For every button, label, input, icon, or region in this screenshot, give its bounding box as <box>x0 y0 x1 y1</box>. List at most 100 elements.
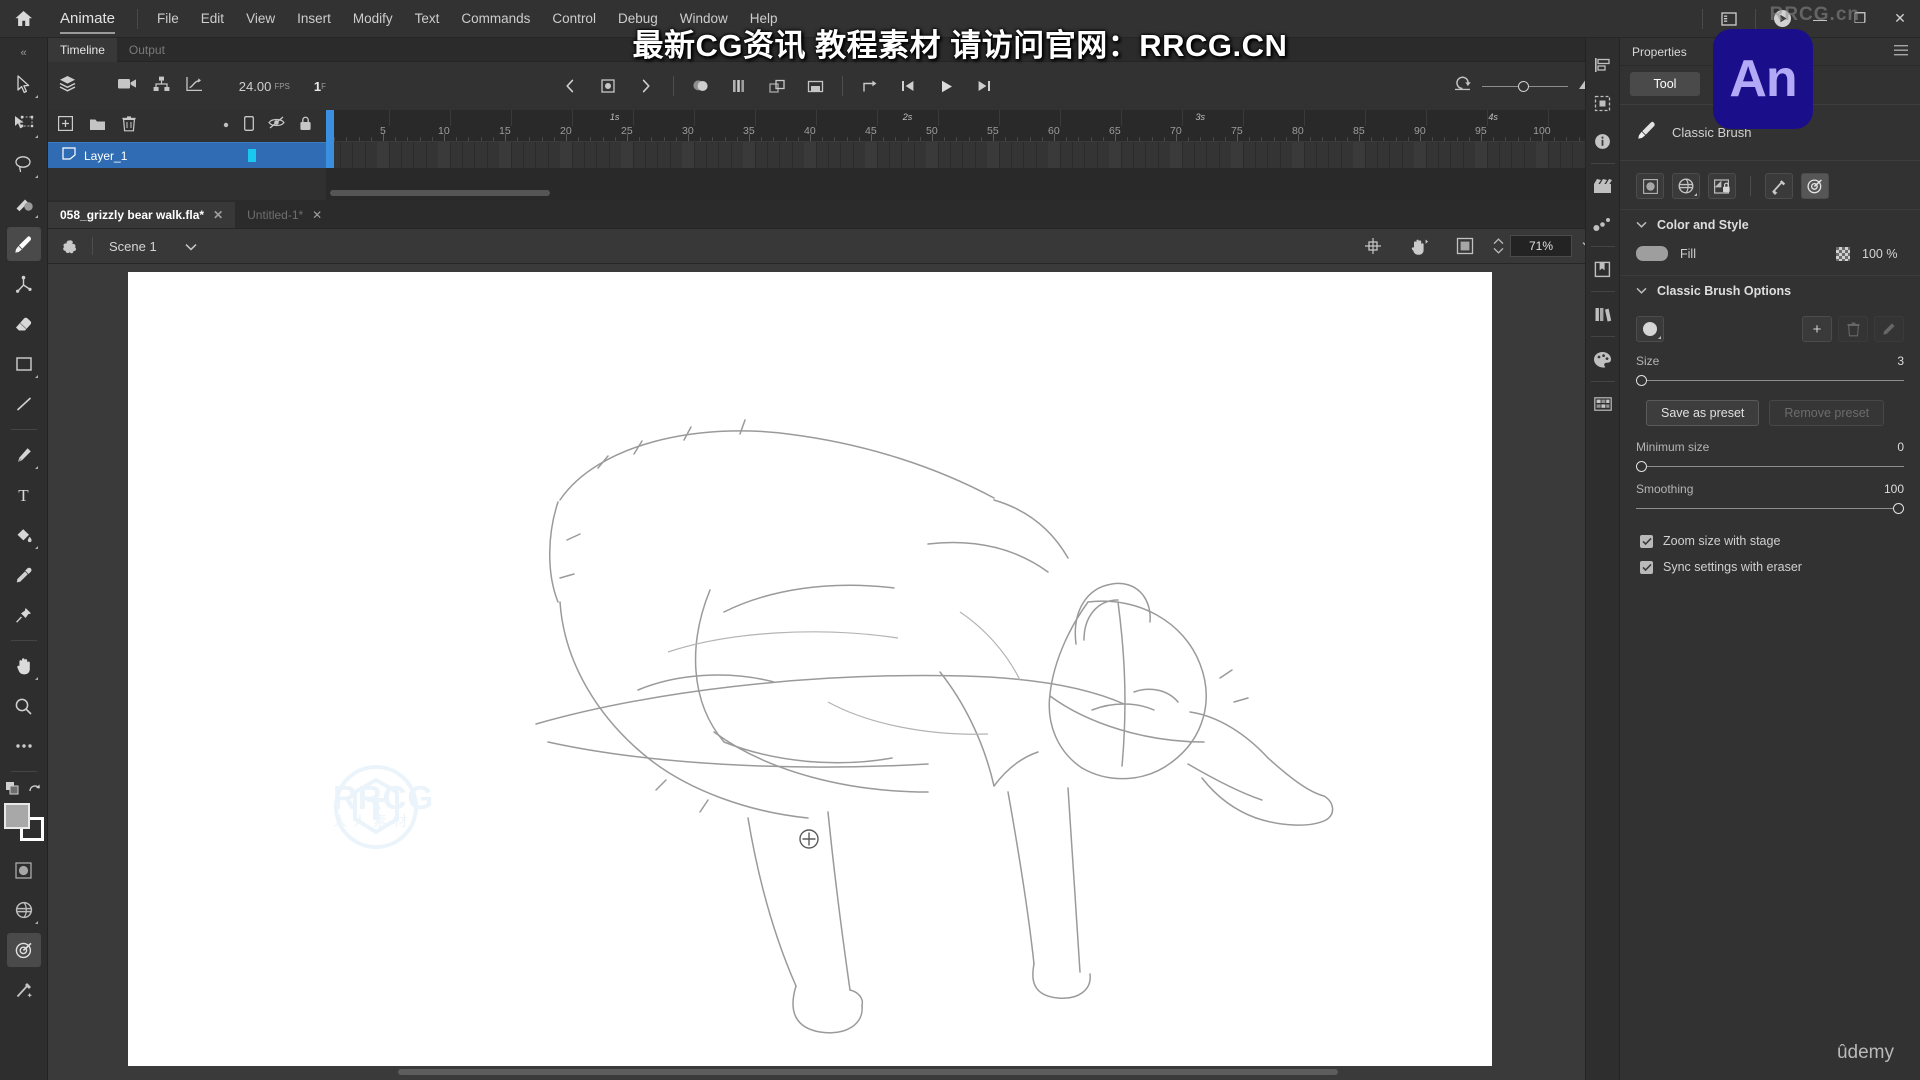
frame-cell[interactable] <box>1108 142 1121 168</box>
frame-cell[interactable] <box>681 142 694 168</box>
brush-pressure-mode-button[interactable] <box>6 933 41 967</box>
modify-onion-markers-button[interactable] <box>796 68 834 104</box>
menu-file[interactable]: File <box>146 0 190 38</box>
frame-cell[interactable] <box>864 142 877 168</box>
rotate-stage-icon[interactable] <box>1397 229 1441 264</box>
frame-cell[interactable] <box>376 142 389 168</box>
sync-settings-with-eraser-checkbox[interactable] <box>1640 560 1653 574</box>
step-forward-button[interactable] <box>965 68 1003 104</box>
frame-cell[interactable] <box>1474 142 1487 168</box>
frame-cell[interactable] <box>498 142 511 168</box>
save-as-preset-button[interactable]: Save as preset <box>1646 400 1760 426</box>
swap-fill-stroke-icon[interactable] <box>5 781 20 801</box>
zoom-tool[interactable] <box>7 689 41 723</box>
smoothing-value[interactable]: 100 <box>1884 482 1904 496</box>
rectangle-tool[interactable] <box>7 347 41 381</box>
library-icon[interactable] <box>1588 298 1618 330</box>
zoom-level-input[interactable]: 71% <box>1510 235 1572 257</box>
frame-cell[interactable] <box>437 142 450 168</box>
frame-cell[interactable] <box>1535 142 1548 168</box>
zoom-size-with-stage-row[interactable]: Zoom size with stage <box>1620 528 1920 554</box>
document-tab-inactive[interactable]: Untitled-1* ✕ <box>235 202 334 228</box>
camera-icon[interactable] <box>117 76 137 97</box>
menu-edit[interactable]: Edit <box>190 0 235 38</box>
more-tools-button[interactable] <box>7 729 41 763</box>
frame-icon[interactable] <box>1588 87 1618 119</box>
zoom-slider-knob[interactable] <box>1518 80 1529 92</box>
color-icon[interactable] <box>1588 343 1618 375</box>
brush-size-value[interactable]: 3 <box>1897 354 1904 368</box>
menu-text[interactable]: Text <box>404 0 451 38</box>
slider-knob[interactable] <box>1893 502 1904 514</box>
edit-scene-icon[interactable] <box>48 229 92 264</box>
color-swatches[interactable] <box>3 803 44 843</box>
timeline-ruler[interactable]: 5 10 15 20 1s 25 30 35 40 45 2s 50 55 60 65 70 3s 75 80 85 9… <box>326 110 1616 142</box>
frame-cell[interactable] <box>925 142 938 168</box>
brush-size-slider[interactable] <box>1636 372 1904 388</box>
timeline-layer-row[interactable]: Layer_1 <box>48 142 326 168</box>
chevron-down-icon[interactable] <box>1636 220 1647 230</box>
pin-tool[interactable] <box>7 598 41 632</box>
layer-hide-icon[interactable] <box>268 116 285 136</box>
close-document-icon[interactable]: ✕ <box>312 208 322 222</box>
tab-output[interactable]: Output <box>117 38 177 62</box>
menu-help[interactable]: Help <box>739 0 789 38</box>
object-drawing-mode-button[interactable] <box>7 853 41 887</box>
current-frame-value[interactable]: 1 <box>314 79 321 94</box>
step-back-button[interactable] <box>889 68 927 104</box>
menu-debug[interactable]: Debug <box>607 0 669 38</box>
paint-mode-button[interactable] <box>7 893 41 927</box>
layer-outline-icon[interactable] <box>244 116 254 136</box>
onion-skin-button[interactable] <box>682 68 720 104</box>
timeline-horizontal-scrollbar[interactable] <box>330 190 550 196</box>
object-drawing-mode-option[interactable] <box>1636 173 1664 199</box>
text-tool[interactable]: T <box>7 478 41 512</box>
eyedropper-tool[interactable] <box>7 558 41 592</box>
insert-keyframe-button[interactable] <box>589 68 627 104</box>
fill-color-swatch[interactable] <box>3 803 30 829</box>
delete-layer-button[interactable] <box>122 115 136 137</box>
chevron-down-icon[interactable] <box>1636 286 1647 296</box>
menu-view[interactable]: View <box>235 0 286 38</box>
frame-cell[interactable] <box>559 142 572 168</box>
brush-shape-preview[interactable] <box>1636 316 1664 342</box>
paint-bucket-tool[interactable] <box>7 518 41 552</box>
menu-modify[interactable]: Modify <box>342 0 404 38</box>
slider-knob[interactable] <box>1636 374 1647 386</box>
frame-cell[interactable] <box>1352 142 1365 168</box>
play-button[interactable] <box>927 68 965 104</box>
info-icon[interactable] <box>1588 125 1618 157</box>
timeline-frames-row[interactable] <box>326 142 1616 168</box>
onion-skin-outlines-button[interactable] <box>720 68 758 104</box>
stage-area[interactable]: RRCG 人人素材 <box>48 264 1616 1080</box>
frame-cell[interactable] <box>1169 142 1182 168</box>
menu-commands[interactable]: Commands <box>450 0 541 38</box>
minimum-size-value[interactable]: 0 <box>1897 440 1904 454</box>
menu-insert[interactable]: Insert <box>286 0 342 38</box>
new-folder-button[interactable] <box>89 117 106 136</box>
pen-tool[interactable] <box>7 438 41 472</box>
smoothing-mode-button[interactable] <box>7 973 41 1007</box>
frame-cell[interactable] <box>742 142 755 168</box>
menu-control[interactable]: Control <box>541 0 607 38</box>
brush-pressure-mode-option[interactable] <box>1801 173 1829 199</box>
scene-selector[interactable]: Scene 1 <box>93 239 213 254</box>
tab-timeline[interactable]: Timeline <box>48 37 117 62</box>
frame-cell[interactable] <box>986 142 999 168</box>
paint-mode-option[interactable] <box>1672 173 1700 199</box>
hand-tool[interactable] <box>7 649 41 683</box>
stage-canvas[interactable]: RRCG 人人素材 <box>128 272 1492 1066</box>
close-document-icon[interactable]: ✕ <box>213 208 223 222</box>
reset-colors-icon[interactable] <box>28 781 43 801</box>
library-item-icon[interactable] <box>1588 253 1618 285</box>
frame-cell[interactable] <box>1047 142 1060 168</box>
paint-brush-tool[interactable] <box>7 187 41 221</box>
lasso-tool[interactable] <box>7 147 41 181</box>
align-icon[interactable] <box>1588 49 1618 81</box>
frame-cell[interactable] <box>1413 142 1426 168</box>
bone-tool[interactable] <box>7 267 41 301</box>
previous-keyframe-button[interactable] <box>551 68 589 104</box>
next-keyframe-button[interactable] <box>627 68 665 104</box>
timeline-zoom-slider[interactable] <box>1482 79 1568 93</box>
layer-dot-icon[interactable] <box>222 116 230 136</box>
